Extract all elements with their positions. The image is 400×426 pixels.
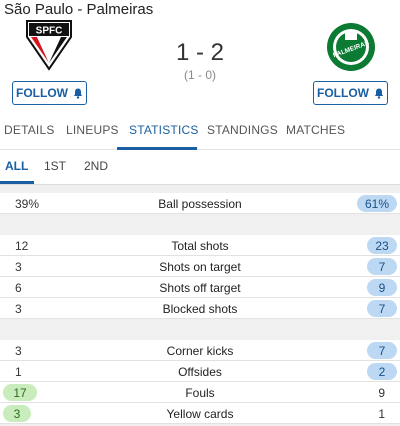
tab-lineups[interactable]: LINEUPS — [66, 123, 119, 137]
sao-paulo-crest-icon: SPFC — [26, 20, 72, 71]
bell-icon — [374, 88, 384, 99]
halftime-score: (1 - 0) — [183, 68, 216, 82]
stat-away-value: 7 — [367, 300, 397, 317]
stat-row-offsides: 1 Offsides 2 — [0, 361, 400, 382]
tab-matches[interactable]: MATCHES — [286, 123, 345, 137]
follow-label: FOLLOW — [317, 86, 369, 100]
period-tab-1st[interactable]: 1ST — [44, 159, 66, 173]
stat-label: Corner kicks — [166, 344, 234, 358]
stat-row-blocked-shots: 3 Blocked shots 7 — [0, 298, 400, 319]
stat-home-value: 3 — [15, 260, 22, 274]
tab-standings[interactable]: STANDINGS — [207, 123, 278, 137]
stat-home-value: 12 — [15, 239, 29, 253]
tab-details[interactable]: DETAILS — [4, 123, 55, 137]
match-score: 1 - 2 — [175, 39, 225, 66]
period-tab-all[interactable]: ALL — [5, 159, 28, 173]
period-tabs: ALL 1ST 2ND — [0, 150, 400, 185]
tab-statistics[interactable]: STATISTICS — [129, 123, 199, 137]
stat-away-value: 9 — [378, 386, 385, 400]
stat-home-value: 3 — [15, 302, 22, 316]
match-title: São Paulo - Palmeiras — [4, 1, 154, 18]
stat-home-value: 1 — [15, 365, 22, 379]
match-tabs: DETAILS LINEUPS STATISTICS STANDINGS MAT… — [0, 118, 400, 150]
stat-label: Blocked shots — [162, 302, 238, 316]
stat-home-value: 6 — [15, 281, 22, 295]
stat-home-value: 17 — [3, 384, 37, 401]
stat-away-value: 2 — [367, 363, 397, 380]
stat-row-corner-kicks: 3 Corner kicks 7 — [0, 340, 400, 361]
follow-label: FOLLOW — [16, 86, 68, 100]
follow-home-button[interactable]: FOLLOW — [12, 81, 87, 105]
stat-label: Shots on target — [159, 260, 241, 274]
stat-away-value: 23 — [367, 237, 397, 254]
stat-home-value: 39% — [15, 197, 40, 211]
stat-home-value: 3 — [15, 344, 22, 358]
stat-row-shots-on-target: 3 Shots on target 7 — [0, 256, 400, 277]
period-tab-2nd[interactable]: 2ND — [84, 159, 108, 173]
stat-away-value: 61% — [357, 195, 397, 212]
follow-away-button[interactable]: FOLLOW — [313, 81, 388, 105]
stat-label: Fouls — [185, 386, 215, 400]
stat-row-yellow-cards: 3 Yellow cards 1 — [0, 403, 400, 424]
stat-label: Ball possession — [158, 197, 242, 211]
stat-label: Offsides — [178, 365, 222, 379]
active-period-indicator — [0, 181, 34, 184]
stat-label: Shots off target — [159, 281, 241, 295]
stat-row-fouls: 17 Fouls 9 — [0, 382, 400, 403]
stat-away-value: 7 — [367, 258, 397, 275]
stat-home-value: 3 — [3, 405, 31, 422]
stat-label: Yellow cards — [166, 407, 234, 421]
stat-row-total-shots: 12 Total shots 23 — [0, 235, 400, 256]
stat-away-value: 7 — [367, 342, 397, 359]
stat-label: Total shots — [171, 239, 229, 253]
stat-row-ball-possession: 39% Ball possession 61% — [0, 193, 400, 214]
stat-away-value: 9 — [367, 279, 397, 296]
stat-row-shots-off-target: 6 Shots off target 9 — [0, 277, 400, 298]
palmeiras-crest-icon: PALMEIRAS — [327, 23, 375, 71]
stat-away-value: 1 — [378, 407, 385, 421]
svg-text:SPFC: SPFC — [36, 26, 63, 37]
bell-icon — [73, 88, 83, 99]
match-header: São Paulo - Palmeiras SPFC PALMEIRAS 1 -… — [0, 0, 400, 118]
